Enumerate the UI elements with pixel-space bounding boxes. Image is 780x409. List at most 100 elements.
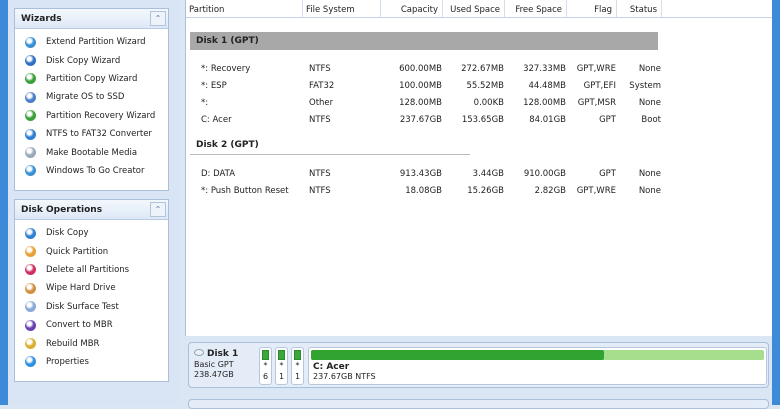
usage-bar [262,350,269,360]
item-label: Rebuild MBR [46,338,100,349]
usage-bar [294,350,301,360]
partition-block-small[interactable]: * 6 [259,347,272,385]
wizards-panel: Wizards ⌃ Extend Partition Wizard Disk Cop… [14,8,169,191]
wizards-item-disk-copy-wizard[interactable]: Disk Copy Wizard [15,51,168,69]
disk-group-header[interactable]: Disk 1 (GPT) [190,32,658,50]
cell: 15.26GB [467,185,504,196]
column-header-file-system[interactable]: File System [303,0,381,17]
item-label: Wipe Hard Drive [46,283,116,294]
table-row[interactable]: *: ESP FAT32 100.00MB 55.52MB 44.48MB GPT,EFI… [198,77,772,94]
disk-ops-item-disk-copy[interactable]: Disk Copy [15,224,168,242]
disk-info: Disk 1 Basic GPT 238.47GB [194,349,238,381]
cell: None [638,63,661,74]
cell: 44.48MB [528,80,567,91]
item-label: Convert to MBR [46,320,113,331]
wizards-item-partition-copy-wizard[interactable]: Partition Copy Wizard [15,70,168,88]
cell: Other [309,97,334,108]
partition-size: 6 [262,372,269,381]
cell: *: Recovery [201,63,251,74]
disk-ops-item-convert-to-mbr[interactable]: Convert to MBR [15,316,168,334]
wizards-item-extend-partition-wizard[interactable]: Extend Partition Wizard [15,33,168,51]
partition-letter: * [279,361,284,370]
column-header-used-space[interactable]: Used Space [443,0,505,17]
item-label: NTFS to FAT32 Converter [46,129,152,140]
collapse-wizards-button[interactable]: ⌃ [150,11,166,26]
partition-label: C: Acer [313,362,350,372]
item-label: Extend Partition Wizard [46,37,146,48]
cell: D: DATA [201,168,236,179]
table-row[interactable]: *: Push Button Reset NTFS 18.08GB 15.26GB 2.… [198,182,772,199]
disk-group-header[interactable]: Disk 2 (GPT) [190,136,470,155]
migrate-os-to-ssd-icon [25,91,36,103]
partition-table: Partition File System Capacity Used Space Fr… [185,0,772,336]
collapse-disk-operations-button[interactable]: ⌃ [150,202,166,217]
disk-map-disk2[interactable] [188,399,769,409]
cell: GPT,EFI [583,80,616,91]
wizards-item-ntfs-to-fat32-converter[interactable]: NTFS to FAT32 Converter [15,125,168,143]
wizards-item-make-bootable-media[interactable]: Make Bootable Media [15,143,168,161]
disk-ops-item-rebuild-mbr[interactable]: Rebuild MBR [15,334,168,352]
disk-ops-item-properties[interactable]: Properties [15,353,168,371]
cell: 3.44GB [472,168,504,179]
column-header-flag[interactable]: Flag [567,0,617,17]
cell: 84.01GB [529,114,566,125]
table-row[interactable]: C: Acer NTFS 237.67GB 153.65GB 84.01GB GPT Boo… [198,111,772,128]
cell: GPT [599,114,616,125]
wizards-item-partition-recovery-wizard[interactable]: Partition Recovery Wizard [15,107,168,125]
item-label: Partition Copy Wizard [46,73,138,84]
cell: 128.00MB [399,97,442,108]
partition-block-small[interactable]: * 1 [291,347,304,385]
rebuild-mbr-icon [25,338,36,350]
partition-copy-wizard-icon [25,73,36,85]
cell: GPT,WRE [576,63,616,74]
item-label: Disk Surface Test [46,301,119,312]
cell: 100.00MB [399,80,442,91]
disk-ops-item-quick-partition[interactable]: Quick Partition [15,242,168,260]
column-header-status[interactable]: Status [617,0,662,17]
column-header-capacity[interactable]: Capacity [381,0,443,17]
delete-all-partitions-icon [25,264,36,276]
usage-bar-fill [311,350,604,360]
table-row[interactable]: D: DATA NTFS 913.43GB 3.44GB 910.00GB GPT None [198,165,772,182]
wizards-item-windows-to-go-creator[interactable]: Windows To Go Creator [15,162,168,180]
table-row[interactable]: *: Other 128.00MB 0.00KB 128.00MB GPT,MSR None [198,94,772,111]
extend-partition-wizard-icon [25,36,36,48]
cell: *: [201,97,209,108]
partition-block-small[interactable]: * 1 [275,347,288,385]
disk-name: Disk 1 [207,349,239,359]
column-header-partition[interactable]: Partition [186,0,303,17]
cell: 327.33MB [523,63,566,74]
table-row[interactable]: *: Recovery NTFS 600.00MB 272.67MB 327.33MB G… [198,60,772,77]
cell: None [638,185,661,196]
column-header-free-space[interactable]: Free Space [505,0,567,17]
cell: 0.00KB [473,97,504,108]
cell: System [629,80,661,91]
wizards-list: Extend Partition Wizard Disk Copy Wizard P… [15,29,168,180]
disk-copy-wizard-icon [25,55,36,67]
cell: Boot [641,114,661,125]
cell: None [638,168,661,179]
disk-map-disk1[interactable]: Disk 1 Basic GPT 238.47GB * 6 * 1 * 1 C: Acer… [188,342,769,388]
disk-ops-item-delete-all-partitions[interactable]: Delete all Partitions [15,261,168,279]
partition-block-c-acer[interactable]: C: Acer 237.67GB NTFS [308,347,767,385]
disk-surface-test-icon [25,301,36,313]
sidebar: Wizards ⌃ Extend Partition Wizard Disk Cop… [8,0,180,405]
partition-letter: * [263,361,268,370]
item-label: Make Bootable Media [46,147,138,158]
disk-ops-item-disk-surface-test[interactable]: Disk Surface Test [15,298,168,316]
cell: GPT,WRE [576,185,616,196]
wizards-header: Wizards ⌃ [15,9,168,29]
disk-operations-header: Disk Operations ⌃ [15,200,168,220]
item-label: Partition Recovery Wizard [46,110,156,121]
item-label: Migrate OS to SSD [46,92,125,103]
convert-to-mbr-icon [25,319,36,331]
partition-letter: * [295,361,300,370]
cell: None [638,97,661,108]
window-border-right [772,0,780,405]
item-label: Properties [46,356,89,367]
cell: GPT,MSR [577,97,616,108]
disk-operations-title: Disk Operations [21,205,103,215]
usage-bar [278,350,285,360]
wizards-item-migrate-os-to-ssd[interactable]: Migrate OS to SSD [15,88,168,106]
disk-ops-item-wipe-hard-drive[interactable]: Wipe Hard Drive [15,279,168,297]
